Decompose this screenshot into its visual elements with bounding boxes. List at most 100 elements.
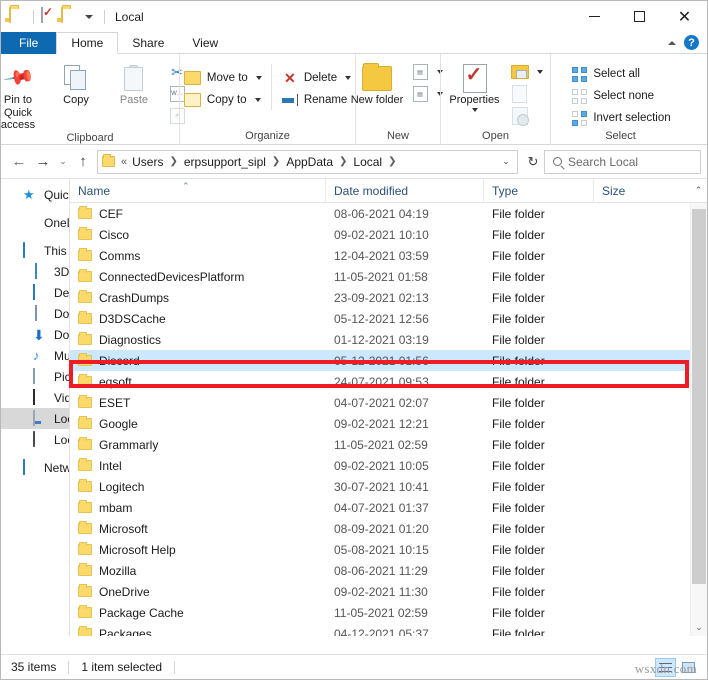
table-row[interactable]: eqsoft 24-07-2021 09:53 File folder bbox=[70, 371, 707, 392]
history-button[interactable] bbox=[506, 105, 548, 127]
column-header-type[interactable]: Type bbox=[484, 179, 594, 203]
breadcrumb-chevron-icon[interactable]: ❯ bbox=[268, 156, 284, 167]
chevron-down-icon[interactable] bbox=[471, 107, 478, 112]
delete-button[interactable]: ✕ Delete bbox=[276, 67, 356, 89]
copy-button[interactable]: Copy bbox=[47, 58, 105, 107]
table-row[interactable]: OneDrive 09-02-2021 11:30 File folder bbox=[70, 581, 707, 602]
refresh-button[interactable]: ↻ bbox=[522, 151, 544, 173]
select-none-button[interactable]: Select none bbox=[565, 85, 675, 107]
move-to-button[interactable]: Move to bbox=[179, 67, 267, 89]
table-row[interactable]: ConnectedDevicesPlatform 11-05-2021 01:58… bbox=[70, 266, 707, 287]
sidebar-item-downloads[interactable]: ⬇ Downloads bbox=[1, 324, 69, 345]
recent-locations-button[interactable]: ⌄ bbox=[55, 149, 71, 175]
sidebar-item-label: Network bbox=[44, 460, 69, 475]
maximize-button[interactable] bbox=[617, 1, 662, 32]
back-button[interactable]: ← bbox=[7, 149, 31, 175]
address-bar[interactable]: « Users ❯ erpsupport_sipl ❯ AppData ❯ Lo… bbox=[97, 149, 518, 174]
table-row[interactable]: ESET 04-07-2021 02:07 File folder bbox=[70, 392, 707, 413]
qat-folder-icon[interactable] bbox=[9, 7, 26, 25]
table-row[interactable]: Google 09-02-2021 12:21 File folder bbox=[70, 413, 707, 434]
breadcrumb-overflow-icon[interactable]: « bbox=[119, 156, 130, 168]
sidebar-item-onedrive[interactable]: OneDrive bbox=[1, 212, 69, 233]
table-row[interactable]: Intel 09-02-2021 10:05 File folder bbox=[70, 455, 707, 476]
pin-to-quick-access-button[interactable]: 📌 Pin to Quick access bbox=[1, 58, 47, 132]
sidebar-item-music[interactable]: ♪ Music bbox=[1, 345, 69, 366]
scroll-down-button[interactable]: ⌄ bbox=[691, 618, 707, 636]
table-row[interactable]: Discord 05-12-2021 01:56 File folder bbox=[70, 350, 707, 371]
tab-share[interactable]: Share bbox=[118, 32, 178, 54]
table-row[interactable]: CrashDumps 23-09-2021 02:13 File folder bbox=[70, 287, 707, 308]
up-button[interactable]: ↑ bbox=[71, 149, 95, 175]
help-icon[interactable]: ? bbox=[684, 35, 699, 50]
sidebar-item-local-disk-c[interactable]: Local Disk (C:) bbox=[1, 408, 69, 429]
breadcrumb-item-users[interactable]: Users bbox=[130, 155, 165, 169]
sidebar-item-documents[interactable]: Documents bbox=[1, 303, 69, 324]
chevron-down-icon[interactable] bbox=[254, 98, 261, 102]
downloads-icon: ⬇ bbox=[33, 326, 45, 343]
table-row[interactable]: D3DSCache 05-12-2021 12:56 File folder bbox=[70, 308, 707, 329]
sidebar-item-videos[interactable]: Videos bbox=[1, 387, 69, 408]
cell-name: Logitech bbox=[70, 479, 326, 494]
sidebar-item-desktop[interactable]: Desktop bbox=[1, 282, 69, 303]
invert-selection-button[interactable]: Invert selection bbox=[565, 107, 675, 129]
select-all-button[interactable]: Select all bbox=[565, 63, 675, 85]
vertical-scrollbar[interactable]: ⌄ bbox=[690, 203, 707, 636]
chevron-down-icon[interactable] bbox=[255, 76, 262, 80]
table-row[interactable]: Package Cache 11-05-2021 02:59 File folder bbox=[70, 602, 707, 623]
forward-button[interactable]: → bbox=[31, 149, 55, 175]
scrollbar-thumb[interactable] bbox=[692, 209, 706, 584]
cell-name: Packages bbox=[70, 626, 326, 636]
chevron-down-icon[interactable] bbox=[536, 70, 543, 74]
sidebar-item-pictures[interactable]: Pictures bbox=[1, 366, 69, 387]
breadcrumb-chevron-icon[interactable]: ❯ bbox=[384, 156, 400, 167]
table-row[interactable]: Packages 04-12-2021 05:37 File folder bbox=[70, 623, 707, 636]
table-row[interactable]: Grammarly 11-05-2021 02:59 File folder bbox=[70, 434, 707, 455]
tab-view[interactable]: View bbox=[178, 32, 232, 54]
table-row[interactable]: Cisco 09-02-2021 10:10 File folder bbox=[70, 224, 707, 245]
sidebar-item-quick-access[interactable]: ★ Quick access bbox=[1, 184, 69, 205]
folder-icon bbox=[78, 395, 92, 408]
open-button[interactable] bbox=[506, 61, 548, 83]
table-row[interactable]: CEF 08-06-2021 04:19 File folder bbox=[70, 203, 707, 224]
breadcrumb-item-local[interactable]: Local bbox=[351, 155, 384, 169]
copy-to-button[interactable]: Copy to bbox=[179, 89, 267, 111]
qat-properties-icon[interactable] bbox=[41, 7, 58, 25]
tab-file[interactable]: File bbox=[1, 32, 57, 54]
edit-button[interactable] bbox=[506, 83, 548, 105]
breadcrumb-item-appdata[interactable]: AppData bbox=[284, 155, 335, 169]
column-header-name[interactable]: Name ⌃ bbox=[70, 179, 326, 203]
collapse-ribbon-icon[interactable] bbox=[668, 40, 676, 45]
sidebar-item-local-disk-d[interactable]: Local Disk (D:) bbox=[1, 429, 69, 450]
ribbon-group-clipboard: 📌 Pin to Quick access Copy Paste ✂ W… ↱ … bbox=[1, 54, 185, 145]
address-dropdown-icon[interactable]: ⌄ bbox=[497, 151, 515, 173]
search-input[interactable]: Search Local bbox=[568, 155, 638, 169]
breadcrumb-chevron-icon[interactable]: ❯ bbox=[165, 156, 181, 167]
column-header-date-modified[interactable]: Date modified bbox=[326, 179, 484, 203]
breadcrumb-chevron-icon[interactable]: ❯ bbox=[335, 156, 351, 167]
breadcrumb-item-user[interactable]: erpsupport_sipl bbox=[182, 155, 268, 169]
table-row[interactable]: Mozilla 08-06-2021 11:29 File folder bbox=[70, 560, 707, 581]
new-folder-button[interactable]: New folder bbox=[348, 58, 406, 107]
table-row[interactable]: Microsoft Help 05-08-2021 10:15 File folde… bbox=[70, 539, 707, 560]
table-row[interactable]: mbam 04-07-2021 01:37 File folder bbox=[70, 497, 707, 518]
tab-home[interactable]: Home bbox=[56, 32, 119, 54]
sidebar-item-3d-objects[interactable]: 3D Objects bbox=[1, 261, 69, 282]
properties-button[interactable]: Properties bbox=[444, 58, 506, 112]
search-box[interactable]: Search Local bbox=[544, 149, 701, 174]
music-icon: ♪ bbox=[33, 347, 40, 363]
close-button[interactable]: ✕ bbox=[662, 1, 707, 32]
table-row[interactable]: Diagnostics 01-12-2021 03:19 File folder bbox=[70, 329, 707, 350]
copy-to-label: Copy to bbox=[206, 94, 247, 106]
table-row[interactable]: Comms 12-04-2021 03:59 File folder bbox=[70, 245, 707, 266]
sidebar-item-this-pc[interactable]: This PC bbox=[1, 240, 69, 261]
column-header-size[interactable]: Size bbox=[594, 179, 679, 203]
minimize-button[interactable] bbox=[572, 1, 617, 32]
table-row[interactable]: Logitech 30-07-2021 10:41 File folder bbox=[70, 476, 707, 497]
qat-new-folder-icon[interactable] bbox=[61, 7, 78, 25]
table-row[interactable]: Microsoft 08-09-2021 01:20 File folder bbox=[70, 518, 707, 539]
rename-button[interactable]: Rename bbox=[276, 89, 356, 111]
sidebar-item-network[interactable]: Network bbox=[1, 457, 69, 478]
customize-qat-caret-icon[interactable] bbox=[85, 14, 93, 19]
cell-type: File folder bbox=[492, 500, 545, 515]
paste-button[interactable]: Paste bbox=[105, 58, 163, 107]
